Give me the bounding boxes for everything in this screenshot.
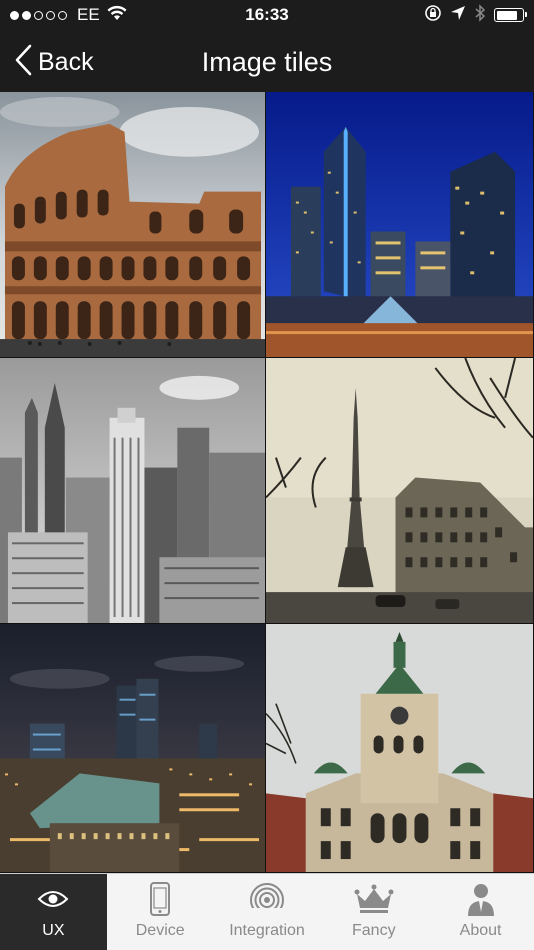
tab-label: Device [135,922,185,939]
tab-ux[interactable]: UX [0,874,107,950]
image-tile[interactable] [0,358,266,624]
bluetooth-icon [474,3,486,27]
battery-icon [494,8,527,22]
navigation-bar: Back Image tiles [0,30,534,92]
tab-integration[interactable]: Integration [214,874,321,950]
image-tile[interactable] [0,92,266,358]
page-title: Image tiles [201,47,333,77]
phone-icon [149,880,171,918]
bavarian-museum-building-photo [266,624,533,872]
crown-icon [354,880,394,918]
tab-about[interactable]: About [427,874,534,950]
eiffel-tower-photo [266,358,533,623]
location-arrow-icon [450,5,466,26]
tab-label: Integration [229,922,305,939]
person-icon [466,880,496,918]
rotation-lock-icon [424,4,442,27]
image-tile[interactable] [0,624,266,873]
tab-bar: UX Device Integration Fancy About [0,873,534,950]
colosseum-photo [0,92,265,357]
status-bar: EE 16:33 [0,0,534,30]
image-tile[interactable] [266,624,534,873]
city-night-panorama-photo [0,624,265,872]
wireless-icon [249,880,285,918]
tab-fancy[interactable]: Fancy [320,874,427,950]
tab-label: Fancy [352,922,396,939]
tab-device[interactable]: Device [107,874,214,950]
image-tile-grid [0,92,534,873]
tab-label: UX [42,922,65,939]
image-tile[interactable] [266,92,534,358]
new-york-skyscrapers-photo [0,358,265,623]
eye-icon [37,880,69,918]
status-right [424,3,527,27]
image-tile[interactable] [266,358,534,624]
tab-label: About [459,922,502,939]
city-skyline-night-photo [266,92,533,357]
